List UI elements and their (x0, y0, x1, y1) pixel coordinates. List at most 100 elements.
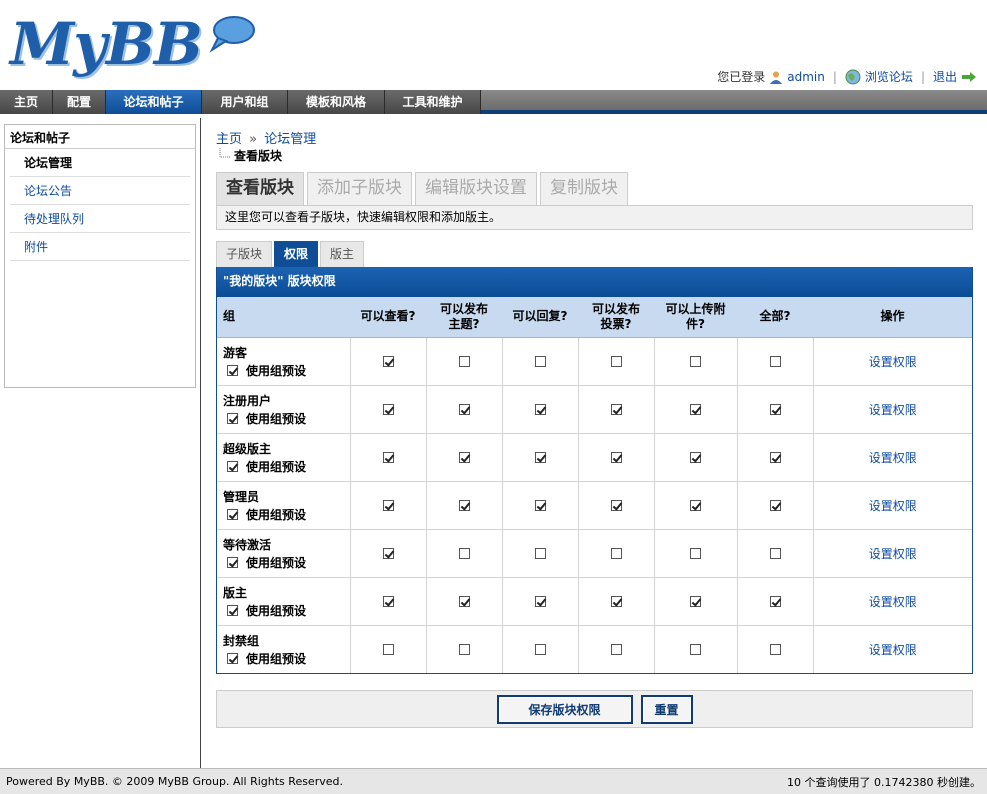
can-view-checkbox[interactable] (382, 500, 394, 511)
can-view-checkbox[interactable] (382, 548, 394, 559)
can-reply-checkbox[interactable] (534, 356, 546, 367)
tab-subforums[interactable]: 子版块 (216, 241, 273, 267)
can-post-polls-checkbox[interactable] (610, 452, 622, 463)
can-view-checkbox[interactable] (382, 644, 394, 656)
sub-tabs: 查看版块 添加子版块 编辑版块设置 复制版块 (216, 172, 628, 205)
reset-button[interactable]: 重置 (640, 694, 693, 724)
col-can-post-threads: 可以发布 主题? (426, 297, 502, 338)
tab-edit-forum-settings[interactable]: 编辑版块设置 (415, 172, 537, 205)
use-default-checkbox[interactable] (227, 556, 238, 568)
tab-moderators[interactable]: 版主 (320, 241, 365, 267)
perm-cell (577, 384, 654, 433)
can-post-polls-checkbox[interactable] (610, 548, 622, 559)
can-post-polls-checkbox[interactable] (610, 404, 622, 415)
use-group-default: 使用组预设 (223, 650, 350, 667)
can-upload-checkbox[interactable] (690, 404, 701, 415)
action-cell: 设置权限 (812, 624, 972, 673)
logout-link[interactable]: 退出 (933, 68, 957, 85)
perm-cell (349, 336, 426, 385)
logged-in-label: 您已登录 (717, 70, 766, 84)
can-reply-checkbox[interactable] (534, 548, 546, 559)
perm-cell (736, 432, 813, 481)
can-view-checkbox[interactable] (382, 452, 394, 463)
can-upload-checkbox[interactable] (690, 548, 701, 559)
all-checkbox[interactable] (769, 596, 781, 607)
can-post-threads-checkbox[interactable] (458, 500, 470, 511)
tab-permissions[interactable]: 权限 (274, 241, 319, 267)
can-reply-checkbox[interactable] (534, 644, 546, 656)
group-cell: 等待激活 使用组预设 (217, 528, 350, 577)
use-default-label: 使用组预设 (246, 651, 307, 666)
can-reply-checkbox[interactable] (534, 452, 546, 463)
sidebar-item-label[interactable]: 附件 (24, 240, 48, 254)
set-permissions-link[interactable]: 设置权限 (869, 403, 917, 417)
can-upload-checkbox[interactable] (690, 644, 701, 656)
can-reply-checkbox[interactable] (534, 596, 546, 607)
can-post-threads-checkbox[interactable] (458, 404, 470, 415)
all-checkbox[interactable] (769, 500, 781, 511)
username-link[interactable]: admin (787, 70, 825, 84)
use-default-checkbox[interactable] (227, 652, 238, 664)
set-permissions-link[interactable]: 设置权限 (869, 547, 917, 561)
sidebar-item-label[interactable]: 论坛公告 (24, 184, 72, 198)
can-post-threads-checkbox[interactable] (458, 548, 470, 559)
set-permissions-link[interactable]: 设置权限 (869, 643, 917, 657)
all-checkbox[interactable] (769, 356, 781, 367)
all-checkbox[interactable] (769, 644, 781, 656)
can-view-checkbox[interactable] (382, 356, 394, 367)
can-post-polls-checkbox[interactable] (610, 500, 622, 511)
breadcrumb-forum-manage[interactable]: 论坛管理 (264, 132, 316, 147)
can-post-polls-checkbox[interactable] (610, 644, 622, 656)
breadcrumb-separator: » (249, 132, 258, 147)
set-permissions-link[interactable]: 设置权限 (869, 595, 917, 609)
can-post-threads-checkbox[interactable] (458, 452, 470, 463)
globe-icon (845, 69, 861, 84)
sidebar-item-moderation-queue[interactable]: 待处理队列 (10, 205, 190, 233)
mybb-logo[interactable]: MyBB (10, 8, 255, 80)
group-name: 注册用户 (223, 393, 272, 408)
use-default-checkbox[interactable] (227, 604, 238, 616)
nav-tab-forums-posts[interactable]: 论坛和帖子 (106, 90, 203, 114)
can-post-threads-checkbox[interactable] (458, 356, 470, 367)
set-permissions-link[interactable]: 设置权限 (869, 499, 917, 513)
sidebar-item-label[interactable]: 待处理队列 (24, 212, 84, 226)
save-permissions-button[interactable]: 保存版块权限 (496, 694, 633, 724)
sidebar-item-forum-manage[interactable]: 论坛管理 (10, 149, 190, 177)
tab-copy-forum[interactable]: 复制版块 (540, 172, 628, 205)
nav-tab-tools-maintenance[interactable]: 工具和维护 (385, 90, 482, 114)
can-view-checkbox[interactable] (382, 404, 394, 415)
tab-add-subforum[interactable]: 添加子版块 (307, 172, 412, 205)
can-upload-checkbox[interactable] (690, 500, 701, 511)
all-checkbox[interactable] (769, 404, 781, 415)
can-post-polls-checkbox[interactable] (610, 596, 622, 607)
can-upload-checkbox[interactable] (690, 356, 701, 367)
nav-tab-templates-styles[interactable]: 模板和风格 (288, 90, 386, 114)
all-checkbox[interactable] (769, 548, 781, 559)
use-default-checkbox[interactable] (227, 508, 238, 520)
breadcrumb-home[interactable]: 主页 (216, 132, 242, 147)
can-post-threads-checkbox[interactable] (458, 596, 470, 607)
use-default-checkbox[interactable] (227, 412, 238, 424)
sidebar-item-attachments[interactable]: 附件 (10, 233, 190, 261)
set-permissions-link[interactable]: 设置权限 (869, 355, 917, 369)
can-post-threads-checkbox[interactable] (458, 644, 470, 656)
can-reply-checkbox[interactable] (534, 404, 546, 415)
use-default-checkbox[interactable] (227, 364, 238, 376)
page-description: 这里您可以查看子版块，快速编辑权限和添加版主。 (216, 205, 973, 230)
logout-arrow-icon[interactable] (961, 71, 977, 83)
table-header-row: 组 可以查看? 可以发布 主题? 可以回复? 可以发布 投票? 可以上传附 件? 全部… (217, 297, 972, 338)
sidebar-item-announcements[interactable]: 论坛公告 (10, 177, 190, 205)
tab-view-forum[interactable]: 查看版块 (216, 172, 304, 205)
nav-tab-users-groups[interactable]: 用户和组 (202, 90, 289, 114)
nav-tab-config[interactable]: 配置 (53, 90, 107, 114)
all-checkbox[interactable] (769, 452, 781, 463)
can-upload-checkbox[interactable] (690, 452, 701, 463)
view-forum-link[interactable]: 浏览论坛 (865, 68, 913, 85)
can-post-polls-checkbox[interactable] (610, 356, 622, 367)
can-reply-checkbox[interactable] (534, 500, 546, 511)
can-upload-checkbox[interactable] (690, 596, 701, 607)
nav-tab-home[interactable]: 主页 (0, 90, 54, 114)
can-view-checkbox[interactable] (382, 596, 394, 607)
use-default-checkbox[interactable] (227, 460, 238, 472)
set-permissions-link[interactable]: 设置权限 (869, 451, 917, 465)
